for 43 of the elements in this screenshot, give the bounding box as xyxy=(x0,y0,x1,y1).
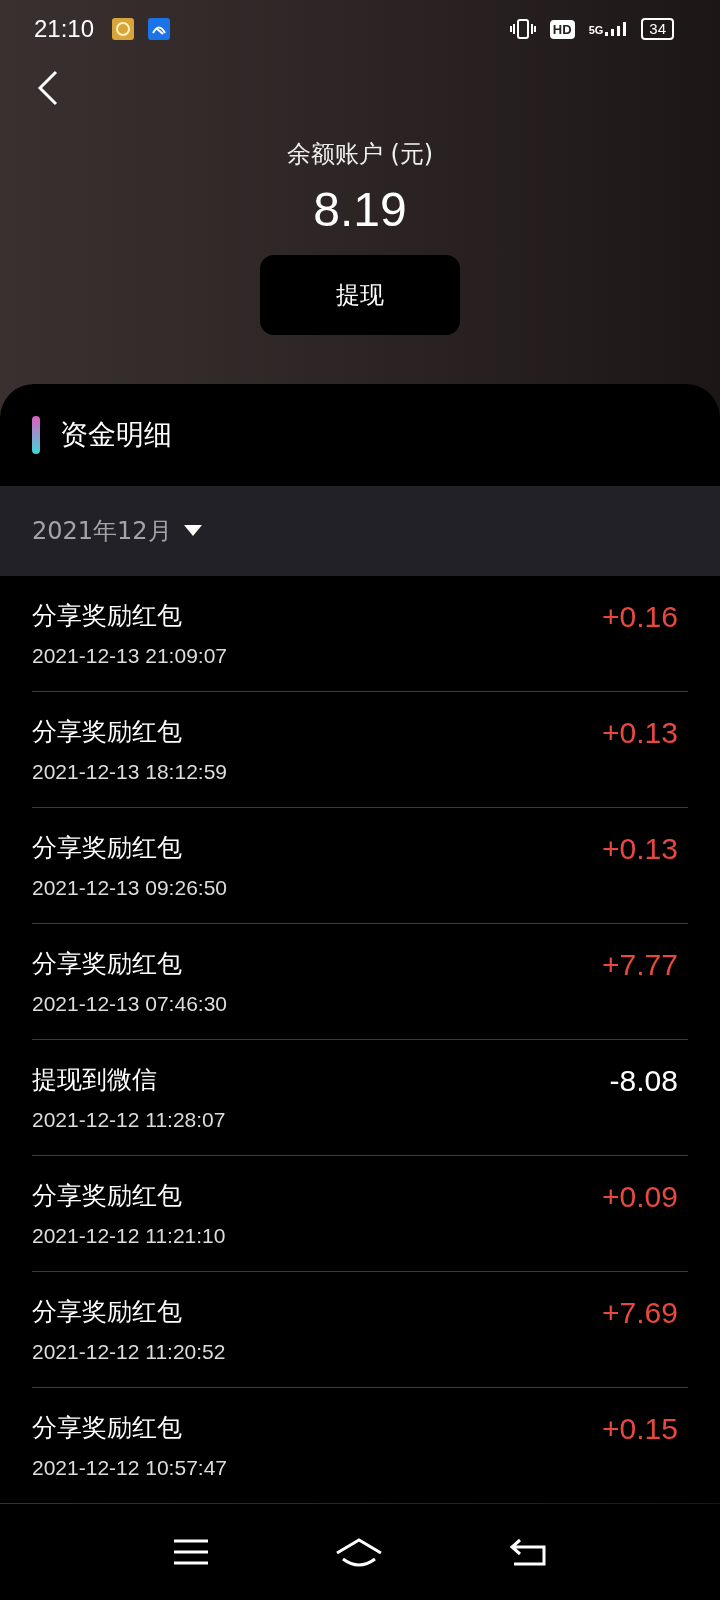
transaction-title: 分享奖励红包 xyxy=(32,716,183,748)
transaction-title: 提现到微信 xyxy=(32,1064,158,1096)
transaction-amount: +0.16 xyxy=(602,599,678,634)
transaction-time: 2021-12-12 11:28:07 xyxy=(32,1108,227,1132)
transaction-amount: -8.08 xyxy=(609,1063,678,1098)
month-selector[interactable]: 2021年12月 xyxy=(0,486,720,576)
transaction-amount: +7.69 xyxy=(602,1295,678,1330)
accent-bar xyxy=(32,416,40,454)
transaction-title: 分享奖励红包 xyxy=(32,832,183,864)
dropdown-icon xyxy=(183,525,202,537)
transaction-amount: +0.15 xyxy=(602,1411,678,1446)
transaction-title: 分享奖励红包 xyxy=(32,948,183,980)
transaction-time: 2021-12-12 11:21:10 xyxy=(32,1224,227,1248)
withdraw-button[interactable]: 提现 xyxy=(260,255,460,335)
status-time: 21:10 xyxy=(34,15,95,43)
transaction-title: 分享奖励红包 xyxy=(32,1412,183,1444)
transaction-title: 分享奖励红包 xyxy=(32,1180,183,1212)
transaction-time: 2021-12-13 09:26:50 xyxy=(32,876,228,900)
transaction-title: 分享奖励红包 xyxy=(32,600,183,632)
back-icon[interactable] xyxy=(36,68,60,108)
home-icon[interactable] xyxy=(335,1537,383,1567)
section-title: 资金明细 xyxy=(60,417,172,453)
app-icon xyxy=(112,18,135,40)
vibrate-icon xyxy=(509,18,536,40)
app-icon xyxy=(148,18,171,40)
back-icon[interactable] xyxy=(510,1538,547,1566)
hd-badge: HD xyxy=(549,19,575,39)
transaction-time: 2021-12-13 21:09:07 xyxy=(32,644,228,668)
balance-amount: 8.19 xyxy=(313,182,407,237)
transaction-time: 2021-12-13 18:12:59 xyxy=(32,760,228,784)
transaction-amount: +0.13 xyxy=(602,715,678,750)
battery-indicator: 34 xyxy=(641,18,674,40)
signal-icon xyxy=(605,22,628,36)
transaction-time: 2021-12-12 11:20:52 xyxy=(32,1340,227,1364)
transaction-time: 2021-12-12 10:57:47 xyxy=(32,1456,228,1480)
header-title: 余额账户 (元) xyxy=(286,139,434,170)
menu-icon[interactable] xyxy=(173,1539,208,1565)
transaction-amount: +0.13 xyxy=(602,831,678,866)
transaction-amount: +7.77 xyxy=(602,947,678,982)
transaction-amount: +0.09 xyxy=(602,1179,678,1214)
transaction-title: 分享奖励红包 xyxy=(32,1296,183,1328)
network-label: 5G xyxy=(588,25,604,36)
transaction-time: 2021-12-13 07:46:30 xyxy=(32,992,228,1016)
